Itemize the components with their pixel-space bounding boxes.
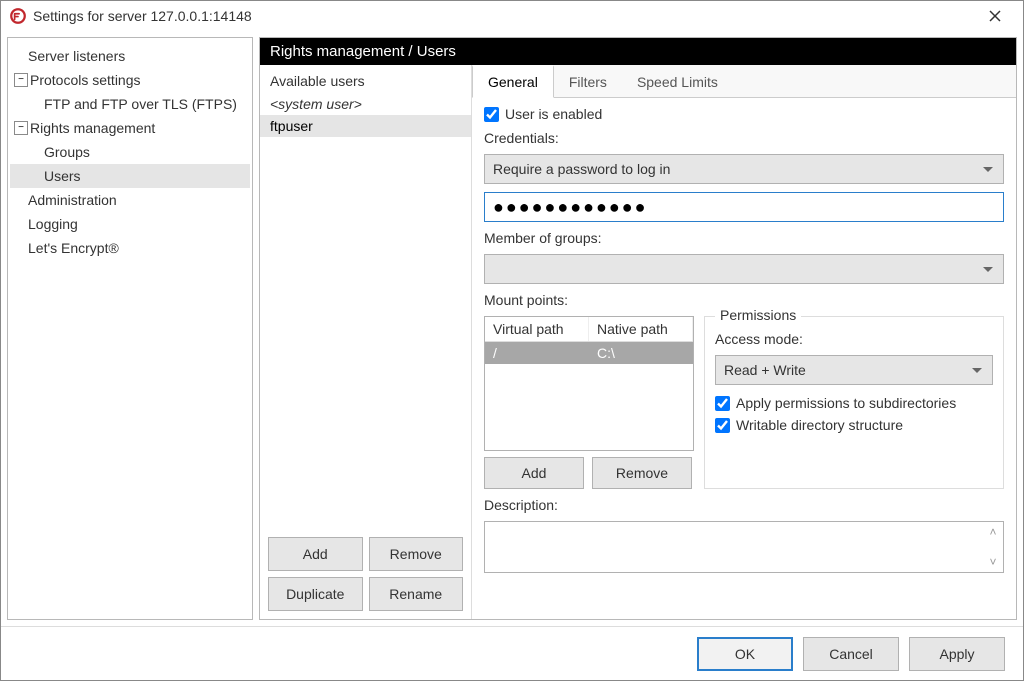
tree-label: Users xyxy=(44,168,81,184)
cell-virtual: / xyxy=(485,342,589,364)
tab-strip: General Filters Speed Limits xyxy=(472,65,1016,98)
permissions-group: Permissions Access mode: Read + Write Ap… xyxy=(704,316,1004,489)
description-label: Description: xyxy=(484,497,1004,513)
credentials-select[interactable]: Require a password to log in xyxy=(484,154,1004,184)
add-user-button[interactable]: Add xyxy=(268,537,363,571)
tree-label: Logging xyxy=(28,216,78,232)
filezilla-icon xyxy=(9,7,27,25)
cell-native: C:\ xyxy=(589,342,693,364)
permissions-legend: Permissions xyxy=(715,307,801,323)
access-mode-select[interactable]: Read + Write xyxy=(715,355,993,385)
tree-label: FTP and FTP over TLS (FTPS) xyxy=(44,96,237,112)
apply-perm-sub-checkbox[interactable] xyxy=(715,396,730,411)
tab-general[interactable]: General xyxy=(472,65,554,98)
password-input[interactable] xyxy=(484,192,1004,222)
user-enabled-label: User is enabled xyxy=(505,106,602,122)
tree-item-groups[interactable]: Groups xyxy=(10,140,250,164)
col-virtual-path: Virtual path xyxy=(485,317,589,341)
tree-item-administration[interactable]: Administration xyxy=(10,188,250,212)
tree-item-logging[interactable]: Logging xyxy=(10,212,250,236)
rename-user-button[interactable]: Rename xyxy=(369,577,464,611)
tree-label: Let's Encrypt® xyxy=(28,240,119,256)
member-of-groups-label: Member of groups: xyxy=(484,230,1004,246)
apply-button[interactable]: Apply xyxy=(909,637,1005,671)
nav-tree: Server listeners − Protocols settings FT… xyxy=(7,37,253,620)
tree-item-server-listeners[interactable]: Server listeners xyxy=(10,44,250,68)
tree-label: Server listeners xyxy=(28,48,125,64)
add-mount-button[interactable]: Add xyxy=(484,457,584,489)
remove-user-button[interactable]: Remove xyxy=(369,537,464,571)
description-textarea[interactable]: ˄ ˅ xyxy=(484,521,1004,573)
duplicate-user-button[interactable]: Duplicate xyxy=(268,577,363,611)
table-row[interactable]: / C:\ xyxy=(485,342,693,364)
window-title: Settings for server 127.0.0.1:14148 xyxy=(33,8,252,24)
access-mode-label: Access mode: xyxy=(715,331,993,347)
list-item-user[interactable]: ftpuser xyxy=(260,115,471,137)
tree-item-users[interactable]: Users xyxy=(10,164,250,188)
tab-speed-limits[interactable]: Speed Limits xyxy=(622,65,733,97)
mount-points-label: Mount points: xyxy=(484,292,1004,308)
collapse-icon[interactable]: − xyxy=(14,121,28,135)
tree-item-lets-encrypt[interactable]: Let's Encrypt® xyxy=(10,236,250,260)
user-enabled-checkbox[interactable] xyxy=(484,107,499,122)
panel-title: Rights management / Users xyxy=(260,38,1016,65)
tree-label: Protocols settings xyxy=(30,72,141,88)
title-bar: Settings for server 127.0.0.1:14148 xyxy=(1,1,1023,31)
scroll-up-icon[interactable]: ˄ xyxy=(986,525,1000,539)
tree-label: Rights management xyxy=(30,120,155,136)
tree-item-rights-management[interactable]: − Rights management xyxy=(10,116,250,140)
groups-select[interactable] xyxy=(484,254,1004,284)
ok-button[interactable]: OK xyxy=(697,637,793,671)
tree-label: Groups xyxy=(44,144,90,160)
tree-item-ftp-ftps[interactable]: FTP and FTP over TLS (FTPS) xyxy=(10,92,250,116)
collapse-icon[interactable]: − xyxy=(14,73,28,87)
list-item-system-user[interactable]: <system user> xyxy=(260,93,471,115)
users-panel: Available users <system user> ftpuser Ad… xyxy=(260,65,472,619)
select-value: Require a password to log in xyxy=(493,161,670,177)
tab-filters[interactable]: Filters xyxy=(554,65,622,97)
mount-points-table[interactable]: Virtual path Native path / C:\ xyxy=(484,316,694,451)
cancel-button[interactable]: Cancel xyxy=(803,637,899,671)
tree-label: Administration xyxy=(28,192,117,208)
select-value: Read + Write xyxy=(724,362,806,378)
user-list[interactable]: <system user> ftpuser xyxy=(260,93,471,529)
dialog-footer: OK Cancel Apply xyxy=(1,626,1023,680)
available-users-label: Available users xyxy=(260,65,471,93)
writable-dir-label: Writable directory structure xyxy=(736,417,903,433)
tree-item-protocols-settings[interactable]: − Protocols settings xyxy=(10,68,250,92)
apply-perm-sub-label: Apply permissions to subdirectories xyxy=(736,395,956,411)
scroll-down-icon[interactable]: ˅ xyxy=(986,555,1000,569)
col-native-path: Native path xyxy=(589,317,693,341)
writable-dir-checkbox[interactable] xyxy=(715,418,730,433)
close-button[interactable] xyxy=(975,1,1015,31)
credentials-label: Credentials: xyxy=(484,130,1004,146)
remove-mount-button[interactable]: Remove xyxy=(592,457,692,489)
